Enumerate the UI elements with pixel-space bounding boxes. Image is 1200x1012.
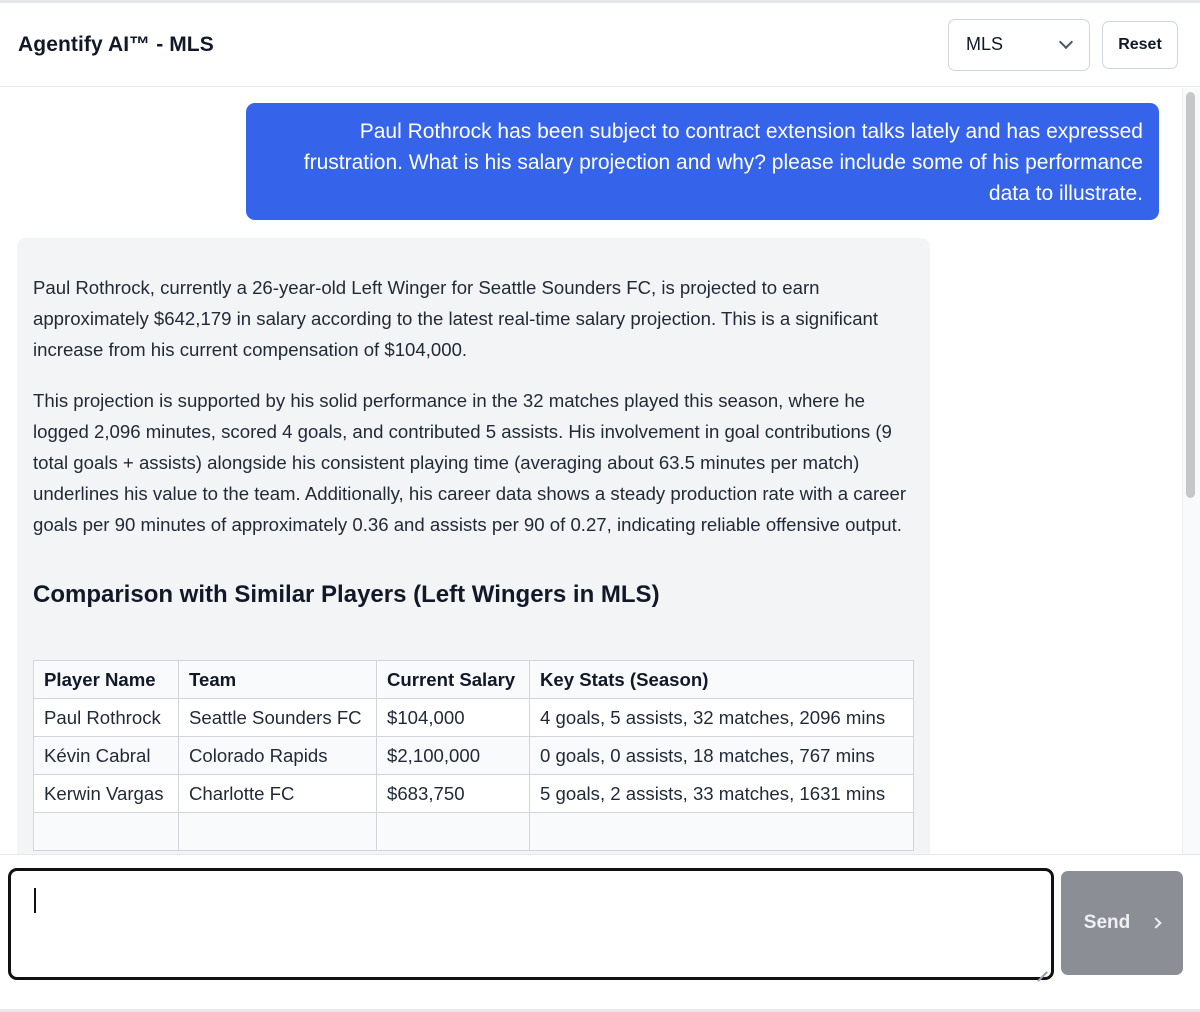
table-cell: $683,750: [376, 774, 530, 813]
table-cell: $104,000: [376, 698, 530, 737]
send-button[interactable]: Send: [1061, 871, 1183, 975]
table-row: Paul Rothrock Seattle Sounders FC $104,0…: [33, 698, 914, 737]
comparison-heading: Comparison with Similar Players (Left Wi…: [33, 581, 660, 608]
table-cell: [529, 812, 914, 851]
reset-button[interactable]: Reset: [1102, 20, 1178, 69]
league-select-value: MLS: [966, 34, 1004, 54]
table-row: Kerwin Vargas Charlotte FC $683,750 5 go…: [33, 774, 914, 813]
assistant-paragraph: Paul Rothrock, currently a 26-year-old L…: [33, 277, 879, 360]
app-title: Agentify AI™ - MLS: [18, 32, 214, 56]
send-label: Send: [1083, 912, 1131, 933]
scrollbar-thumb[interactable]: [1186, 92, 1195, 498]
table-cell: [33, 812, 179, 851]
chevron-right-icon: [1150, 917, 1162, 929]
table-cell: Kerwin Vargas: [33, 774, 179, 813]
chat-messages[interactable]: Paul Rothrock has been subject to contra…: [0, 88, 1200, 854]
resize-grip-icon[interactable]: [1036, 962, 1048, 974]
table-row-partial: [33, 812, 914, 851]
column-header: Current Salary: [376, 660, 530, 699]
table-cell: [178, 812, 377, 851]
table-cell: Seattle Sounders FC: [178, 698, 377, 737]
chevron-down-icon: [1058, 34, 1074, 50]
table-cell: 5 goals, 2 assists, 33 matches, 1631 min…: [529, 774, 914, 813]
column-header: Player Name: [33, 660, 179, 699]
comparison-table: Player Name Team Current Salary Key Stat…: [33, 660, 914, 851]
table-cell: 4 goals, 5 assists, 32 matches, 2096 min…: [529, 698, 914, 737]
column-header: Key Stats (Season): [529, 660, 914, 699]
table-cell: Colorado Rapids: [178, 736, 377, 775]
composer: Send: [0, 854, 1200, 1012]
table-cell: $2,100,000: [376, 736, 530, 775]
message-input[interactable]: [8, 868, 1054, 980]
assistant-paragraph: This projection is supported by his soli…: [33, 390, 907, 535]
table-cell: [376, 812, 530, 851]
table-header-row: Player Name Team Current Salary Key Stat…: [33, 660, 914, 699]
column-header: Team: [178, 660, 377, 699]
table-cell: Charlotte FC: [178, 774, 377, 813]
header-controls: MLS Reset: [948, 18, 1178, 71]
app-header: Agentify AI™ - MLS MLS Reset: [0, 3, 1200, 87]
assistant-message: Paul Rothrock, currently a 26-year-old L…: [17, 238, 930, 854]
league-select[interactable]: MLS: [948, 18, 1090, 71]
user-message: Paul Rothrock has been subject to contra…: [246, 103, 1159, 220]
text-caret: [34, 888, 36, 913]
table-cell: Paul Rothrock: [33, 698, 179, 737]
chat-scrollbar[interactable]: [1182, 88, 1200, 854]
table-row: Kévin Cabral Colorado Rapids $2,100,000 …: [33, 736, 914, 775]
table-cell: Kévin Cabral: [33, 736, 179, 775]
table-cell: 0 goals, 0 assists, 18 matches, 767 mins: [529, 736, 914, 775]
